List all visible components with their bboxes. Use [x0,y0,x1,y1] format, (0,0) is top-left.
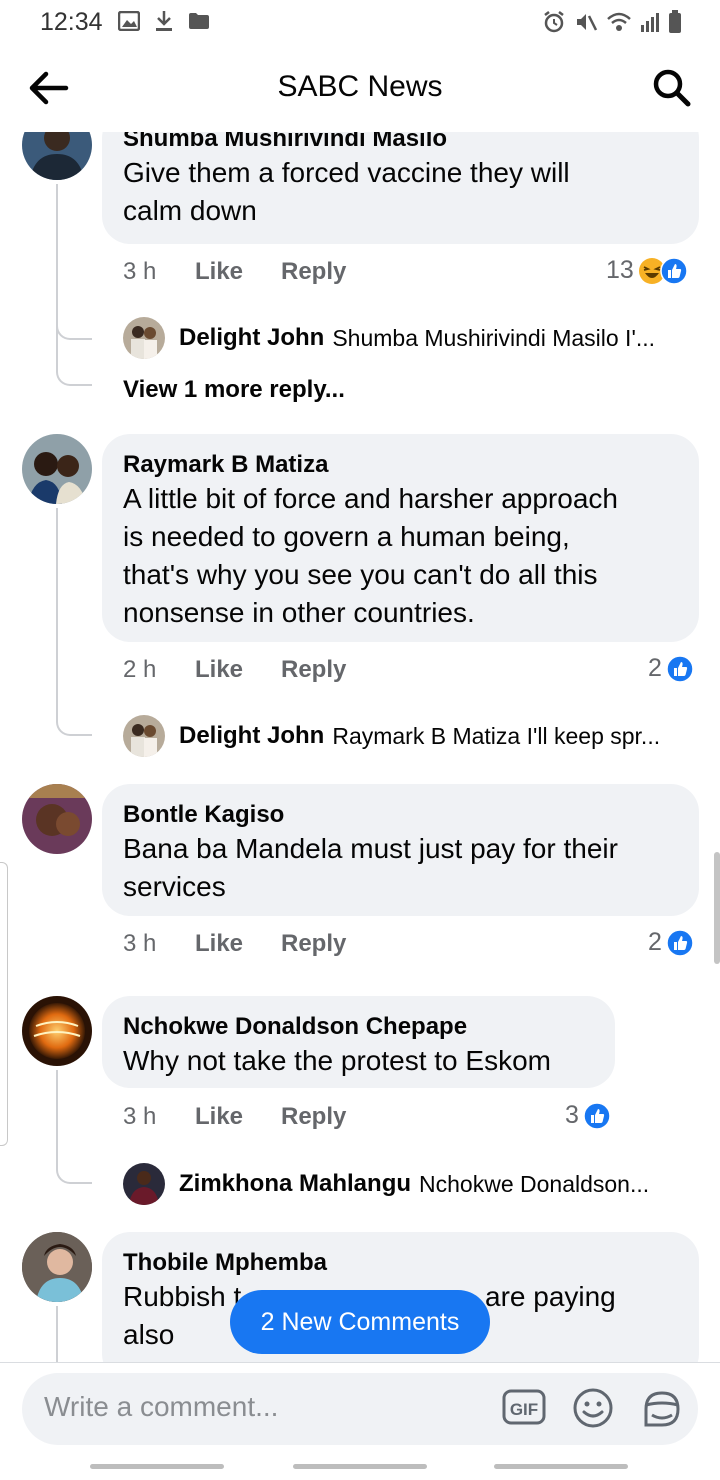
emoji-icon[interactable] [572,1387,614,1429]
reply-text: Raymark B Matiza I'll keep spr... [332,722,661,749]
edge-panel-handle[interactable] [0,862,8,1146]
comment-text: Give them a forced vaccine they will [123,157,570,188]
comment-text: A little bit of force and harsher approa… [123,483,618,514]
comment-text-start: Rubbish t [123,1281,242,1312]
reaction-count: 2 [648,654,662,682]
reply-preview[interactable]: Zimkhona Mahlangu Nchokwe Donaldson... [123,1163,649,1205]
reply-author[interactable]: Zimkhona Mahlangu [179,1170,411,1198]
reply-text: Shumba Mushirivindi Masilo I'... [332,324,656,351]
reaction-summary[interactable]: 13 [606,256,688,285]
reply-preview[interactable]: Delight John Shumba Mushirivindi Masilo … [123,317,655,359]
comment-author[interactable]: Nchokwe Donaldson Chepape [123,1012,595,1042]
comment-text: Why not take the protest to Eskom [123,1045,551,1076]
avatar[interactable] [22,996,92,1066]
like-button[interactable]: Like [195,930,281,958]
comment-author[interactable]: Raymark B Matiza [123,450,679,480]
reply-preview[interactable]: Delight John Raymark B Matiza I'll keep … [123,715,660,757]
comment-bubble[interactable]: Bontle Kagiso Bana ba Mandela must just … [102,784,699,916]
avatar[interactable] [123,715,165,757]
system-nav-bar [0,1454,720,1480]
comment-actions: 3 h Like Reply [123,1103,346,1131]
comment-time[interactable]: 3 h [123,258,195,286]
like-button[interactable]: Like [195,258,281,286]
like-reaction-icon [666,928,694,957]
reply-button[interactable]: Reply [281,1103,346,1131]
like-button[interactable]: Like [195,1103,281,1131]
battery-icon [669,10,681,33]
like-button[interactable]: Like [195,656,281,684]
comment-bubble[interactable]: Raymark B Matiza A little bit of force a… [102,434,699,642]
comment-text: Bana ba Mandela must just pay for their [123,833,618,864]
comment-composer: Write a comment... GIF [0,1362,720,1454]
view-more-replies[interactable]: View 1 more reply... [123,376,345,404]
app-bar: SABC News [0,52,720,124]
reply-button[interactable]: Reply [281,656,346,684]
download-icon [156,11,172,31]
status-bar: 12:34 [0,0,720,44]
comment-actions: 2 h Like Reply [123,656,346,684]
reply-text: Nchokwe Donaldson... [419,1170,650,1197]
mute-icon [577,14,598,31]
comment-feed[interactable]: Shumba Mushirivindi Masilo Give them a f… [0,132,720,1362]
reply-button[interactable]: Reply [281,930,346,958]
like-reaction-icon [660,256,688,285]
avatar[interactable] [22,132,92,180]
comment-time[interactable]: 3 h [123,930,195,958]
reaction-count: 13 [606,256,634,284]
comment-actions: 3 h Like Reply [123,258,346,286]
comment-author[interactable]: Bontle Kagiso [123,800,679,830]
scrollbar[interactable] [714,852,720,964]
page-title: SABC News [277,70,443,103]
avatar[interactable] [22,1232,92,1302]
comment-text: that's why you see you can't do all this [123,559,598,590]
reply-author[interactable]: Delight John [179,324,324,352]
like-reaction-icon [666,654,694,683]
comment-text-end: are paying [485,1281,616,1312]
comment-author[interactable]: Thobile Mphemba [123,1248,679,1278]
comment-time[interactable]: 3 h [123,1103,195,1131]
alarm-icon [544,11,564,33]
comment-actions: 3 h Like Reply [123,930,346,958]
comment-text: nonsense in other countries. [123,597,475,628]
avatar[interactable] [123,1163,165,1205]
comment-author[interactable]: Shumba Mushirivindi Masilo [123,132,679,154]
wifi-icon [607,12,631,31]
signal-icon [641,13,659,32]
nav-recent[interactable] [90,1464,224,1469]
nav-back[interactable] [494,1464,628,1469]
comment-time[interactable]: 2 h [123,656,195,684]
like-reaction-icon [583,1101,611,1130]
avatar[interactable] [22,784,92,854]
gallery-icon [118,11,140,31]
new-comments-button[interactable]: 2 New Comments [230,1290,490,1354]
status-time: 12:34 [40,8,103,36]
reaction-count: 2 [648,928,662,956]
reply-button[interactable]: Reply [281,258,346,286]
avatar[interactable] [123,317,165,359]
avatar[interactable] [22,434,92,504]
reaction-count: 3 [565,1101,579,1129]
gif-label: GIF [510,1400,538,1419]
comment-text: services [123,871,226,902]
search-icon[interactable] [652,68,692,108]
comment-input[interactable]: Write a comment... GIF [22,1373,698,1445]
reaction-summary[interactable]: 2 [648,654,694,683]
comment-bubble[interactable]: Shumba Mushirivindi Masilo Give them a f… [102,132,699,244]
gif-icon[interactable]: GIF [502,1387,546,1427]
reaction-summary[interactable]: 3 [565,1101,611,1130]
comment-text: is needed to govern a human being, [123,521,570,552]
reaction-summary[interactable]: 2 [648,928,694,957]
nav-home[interactable] [293,1464,427,1469]
reply-author[interactable]: Delight John [179,722,324,750]
folder-icon [189,13,209,29]
comment-bubble[interactable]: Nchokwe Donaldson Chepape Why not take t… [102,996,615,1088]
comment-placeholder: Write a comment... [44,1391,279,1422]
comment-text: calm down [123,195,257,226]
sticker-icon[interactable] [640,1387,684,1431]
